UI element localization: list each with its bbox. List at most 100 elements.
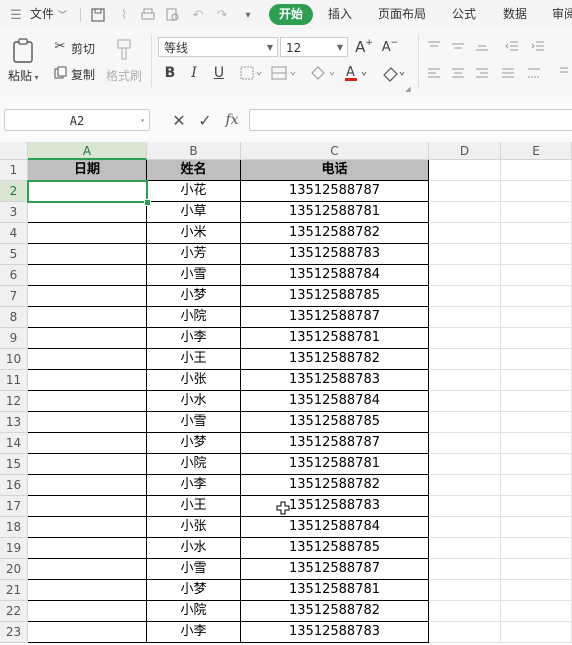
wrap-text-icon[interactable] bbox=[558, 65, 570, 79]
name-cell[interactable]: 小雪 bbox=[147, 559, 241, 580]
cell[interactable] bbox=[28, 601, 147, 622]
cell[interactable] bbox=[501, 202, 572, 223]
redo-icon[interactable]: ↷ bbox=[214, 7, 230, 23]
column-header-e[interactable]: E bbox=[501, 142, 572, 160]
row-header[interactable]: 22 bbox=[0, 601, 28, 622]
cell[interactable] bbox=[429, 580, 501, 601]
distribute-icon[interactable] bbox=[526, 66, 542, 80]
row-header[interactable]: 2 bbox=[0, 181, 28, 202]
italic-button[interactable]: I bbox=[186, 63, 202, 83]
fill-color-icon[interactable] bbox=[308, 64, 338, 82]
sheet-corner[interactable] bbox=[0, 142, 28, 160]
name-box[interactable]: A2 ▾ bbox=[4, 109, 150, 131]
name-cell[interactable]: 小张 bbox=[147, 517, 241, 538]
indent-increase-icon[interactable] bbox=[530, 39, 546, 53]
cell[interactable] bbox=[501, 433, 572, 454]
phone-cell[interactable]: 13512588782 bbox=[241, 601, 429, 622]
cell[interactable] bbox=[429, 412, 501, 433]
phone-cell[interactable]: 13512588781 bbox=[241, 454, 429, 475]
cell[interactable] bbox=[501, 517, 572, 538]
cell[interactable] bbox=[429, 454, 501, 475]
cell[interactable] bbox=[28, 223, 147, 244]
more-icon[interactable]: ▾ bbox=[240, 7, 256, 23]
name-cell[interactable]: 小王 bbox=[147, 496, 241, 517]
cell[interactable] bbox=[501, 370, 572, 391]
phone-cell[interactable]: 13512588782 bbox=[241, 475, 429, 496]
insert-function-button[interactable]: fx bbox=[222, 111, 242, 129]
row-header[interactable]: 14 bbox=[0, 433, 28, 454]
active-cell-outline[interactable] bbox=[27, 180, 148, 203]
cell[interactable] bbox=[501, 559, 572, 580]
cell[interactable] bbox=[28, 265, 147, 286]
phone-cell[interactable]: 13512588785 bbox=[241, 286, 429, 307]
bold-button[interactable]: B bbox=[162, 63, 178, 83]
cell[interactable] bbox=[429, 496, 501, 517]
cell[interactable] bbox=[501, 328, 572, 349]
dialog-launcher-icon[interactable]: ◢ bbox=[404, 85, 412, 93]
name-cell[interactable]: 小王 bbox=[147, 349, 241, 370]
row-header[interactable]: 4 bbox=[0, 223, 28, 244]
font-color-icon[interactable]: A bbox=[343, 63, 371, 83]
phone-cell[interactable]: 13512588787 bbox=[241, 559, 429, 580]
cell[interactable] bbox=[28, 559, 147, 580]
name-cell[interactable]: 小梦 bbox=[147, 286, 241, 307]
cell[interactable] bbox=[429, 202, 501, 223]
cell[interactable] bbox=[501, 496, 572, 517]
cell[interactable] bbox=[501, 244, 572, 265]
row-header[interactable]: 15 bbox=[0, 454, 28, 475]
cell[interactable] bbox=[429, 286, 501, 307]
name-cell[interactable]: 小梦 bbox=[147, 433, 241, 454]
cell[interactable] bbox=[429, 160, 501, 181]
row-header[interactable]: 6 bbox=[0, 265, 28, 286]
align-top-icon[interactable] bbox=[426, 39, 442, 53]
hamburger-icon[interactable]: ☰ bbox=[8, 7, 24, 23]
decrease-font-icon[interactable]: A − bbox=[380, 37, 400, 57]
file-menu[interactable]: 文件 ﹀ bbox=[30, 0, 67, 29]
row-header[interactable]: 20 bbox=[0, 559, 28, 580]
save-icon[interactable] bbox=[90, 7, 106, 23]
row-header[interactable]: 13 bbox=[0, 412, 28, 433]
phone-cell[interactable]: 13512588783 bbox=[241, 496, 429, 517]
indent-decrease-icon[interactable] bbox=[504, 39, 520, 53]
align-right-icon[interactable] bbox=[474, 66, 490, 80]
name-cell[interactable]: 小院 bbox=[147, 454, 241, 475]
phone-cell[interactable]: 13512588781 bbox=[241, 580, 429, 601]
phone-cell[interactable]: 13512588784 bbox=[241, 265, 429, 286]
name-cell[interactable]: 小水 bbox=[147, 538, 241, 559]
cancel-icon[interactable]: ✕ bbox=[170, 111, 188, 130]
cell[interactable] bbox=[429, 349, 501, 370]
name-cell[interactable]: 小草 bbox=[147, 202, 241, 223]
cell[interactable] bbox=[501, 265, 572, 286]
cell[interactable] bbox=[501, 307, 572, 328]
cell[interactable] bbox=[501, 412, 572, 433]
cell[interactable] bbox=[501, 391, 572, 412]
phone-cell[interactable]: 13512588787 bbox=[241, 181, 429, 202]
row-header[interactable]: 12 bbox=[0, 391, 28, 412]
cell[interactable] bbox=[28, 391, 147, 412]
phone-cell[interactable]: 13512588785 bbox=[241, 538, 429, 559]
tab-formulas[interactable]: 公式 bbox=[452, 0, 476, 29]
cell[interactable] bbox=[28, 517, 147, 538]
cell[interactable] bbox=[501, 475, 572, 496]
eraser-icon[interactable] bbox=[380, 63, 408, 83]
cell[interactable] bbox=[28, 202, 147, 223]
name-cell[interactable]: 小雪 bbox=[147, 412, 241, 433]
row-header[interactable]: 1 bbox=[0, 160, 28, 181]
font-size-select[interactable]: 12 ▼ bbox=[280, 37, 348, 57]
cell[interactable] bbox=[28, 496, 147, 517]
merge-icon[interactable] bbox=[270, 65, 298, 81]
align-left-icon[interactable] bbox=[426, 66, 442, 80]
row-header[interactable]: 5 bbox=[0, 244, 28, 265]
cell[interactable] bbox=[501, 601, 572, 622]
cell[interactable] bbox=[501, 580, 572, 601]
cell[interactable] bbox=[429, 181, 501, 202]
font-name-select[interactable]: 等线 ▼ bbox=[158, 37, 278, 57]
cell[interactable] bbox=[429, 601, 501, 622]
name-cell[interactable]: 小雪 bbox=[147, 265, 241, 286]
border-icon[interactable] bbox=[238, 65, 264, 81]
format-painter-button[interactable]: 格式刷 bbox=[106, 67, 142, 84]
cell[interactable] bbox=[28, 454, 147, 475]
align-middle-icon[interactable] bbox=[450, 39, 466, 53]
name-cell[interactable]: 小李 bbox=[147, 475, 241, 496]
copy-button[interactable]: 复制 bbox=[71, 66, 95, 83]
